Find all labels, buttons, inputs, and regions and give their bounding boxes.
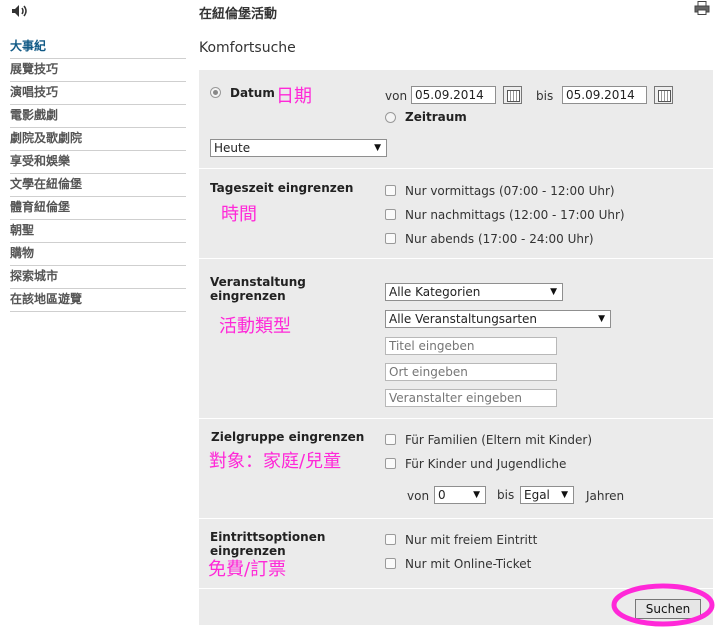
- checkbox-families[interactable]: [385, 434, 396, 445]
- sidebar-item-theatre-opera[interactable]: 劇院及歌劇院: [10, 128, 186, 151]
- age-to-select[interactable]: Egal ▼: [520, 486, 574, 504]
- age-to-value: Egal: [524, 488, 550, 502]
- dropdown-arrow-icon: ▼: [561, 490, 568, 500]
- age-from-select[interactable]: 0 ▼: [434, 486, 486, 504]
- calendar-to-icon[interactable]: [654, 86, 673, 104]
- divider: [199, 518, 713, 519]
- age-to-label: bis: [497, 488, 515, 502]
- page-title: 在紐倫堡活動: [199, 7, 278, 22]
- sidebar-item-sports[interactable]: 體育紐倫堡: [10, 197, 186, 220]
- divider: [199, 418, 713, 419]
- event-type-select-value: Alle Veranstaltungsarten: [389, 312, 538, 326]
- dropdown-arrow-icon: ▼: [550, 287, 557, 297]
- datum-label: Datum: [230, 86, 275, 100]
- option-kids-youth: Für Kinder und Jugendliche: [405, 457, 567, 471]
- sidebar-item-pilgrimage[interactable]: 朝聖: [10, 220, 186, 243]
- eintritt-note: 免費/訂票: [208, 559, 287, 580]
- checkbox-afternoon[interactable]: [385, 209, 396, 220]
- calendar-from-icon[interactable]: [503, 86, 522, 104]
- eintritt-label-line1: Eintrittsoptionen: [210, 530, 326, 544]
- veranstaltung-label-line2: eingrenzen: [210, 289, 286, 303]
- divider: [199, 168, 713, 169]
- sidebar-nav: 大事紀 展覽技巧 演唱技巧 電影戲劇 劇院及歌劇院 享受和娛樂 文學在紐倫堡 體…: [10, 36, 186, 312]
- option-families: Für Familien (Eltern mit Kinder): [405, 433, 593, 447]
- checkbox-kids-youth[interactable]: [385, 458, 396, 469]
- eintritt-label-line2: eingrenzen: [210, 544, 286, 558]
- dropdown-arrow-icon: ▼: [598, 314, 605, 324]
- form-title: Komfortsuche: [199, 40, 296, 56]
- age-from-value: 0: [438, 488, 446, 502]
- option-afternoon: Nur nachmittags (12:00 - 17:00 Uhr): [405, 208, 625, 222]
- title-input[interactable]: [385, 337, 557, 355]
- dropdown-arrow-icon: ▼: [473, 490, 480, 500]
- option-free-entry: Nur mit freiem Eintritt: [405, 533, 538, 547]
- datum-radio[interactable]: [210, 87, 221, 98]
- sidebar-item-concerts[interactable]: 演唱技巧: [10, 82, 186, 105]
- speaker-icon[interactable]: [11, 4, 29, 18]
- zeitraum-radio[interactable]: [385, 112, 396, 123]
- category-select-value: Alle Kategorien: [389, 285, 481, 299]
- option-evening: Nur abends (17:00 - 24:00 Uhr): [405, 232, 594, 246]
- sidebar-item-region-tour[interactable]: 在該地區遊覽: [10, 289, 186, 312]
- datum-note: 日期: [276, 86, 312, 107]
- sidebar-item-shopping[interactable]: 購物: [10, 243, 186, 266]
- dropdown-arrow-icon: ▼: [374, 143, 381, 153]
- sidebar-item-literature[interactable]: 文學在紐倫堡: [10, 174, 186, 197]
- highlight-circle: [611, 583, 715, 627]
- sidebar-item-exhibitions[interactable]: 展覽技巧: [10, 59, 186, 82]
- tageszeit-label: Tageszeit eingrenzen: [210, 181, 354, 195]
- category-select[interactable]: Alle Kategorien ▼: [385, 283, 563, 301]
- checkbox-online-ticket[interactable]: [385, 558, 396, 569]
- option-morning: Nur vormittags (07:00 - 12:00 Uhr): [405, 184, 615, 198]
- period-select[interactable]: Heute ▼: [210, 139, 387, 157]
- zielgruppe-note: 對象：家庭/兒童: [209, 451, 342, 472]
- checkbox-evening[interactable]: [385, 233, 396, 244]
- veranstaltung-label-line1: Veranstaltung: [210, 275, 306, 289]
- organizer-input[interactable]: [385, 389, 557, 407]
- divider: [199, 258, 713, 259]
- tageszeit-note: 時間: [221, 204, 257, 225]
- zeitraum-label: Zeitraum: [405, 110, 467, 124]
- checkbox-free-entry[interactable]: [385, 534, 396, 545]
- veranstaltung-note: 活動類型: [219, 316, 291, 337]
- age-from-label: von: [407, 489, 430, 503]
- zielgruppe-label: Zielgruppe eingrenzen: [211, 430, 365, 444]
- bis-label: bis: [536, 89, 554, 103]
- sidebar-item-film-theatre[interactable]: 電影戲劇: [10, 105, 186, 128]
- date-to-input[interactable]: [562, 86, 647, 104]
- jahren-label: Jahren: [586, 489, 625, 503]
- print-icon[interactable]: [694, 1, 710, 15]
- sidebar-item-explore-city[interactable]: 探索城市: [10, 266, 186, 289]
- sidebar-item-chronicle[interactable]: 大事紀: [10, 36, 186, 59]
- period-select-value: Heute: [214, 141, 251, 155]
- checkbox-morning[interactable]: [385, 185, 396, 196]
- event-type-select[interactable]: Alle Veranstaltungsarten ▼: [385, 310, 611, 328]
- sidebar-item-entertainment[interactable]: 享受和娛樂: [10, 151, 186, 174]
- location-input[interactable]: [385, 363, 557, 381]
- date-from-input[interactable]: [411, 86, 496, 104]
- von-label: von: [385, 89, 408, 103]
- option-online-ticket: Nur mit Online-Ticket: [405, 557, 532, 571]
